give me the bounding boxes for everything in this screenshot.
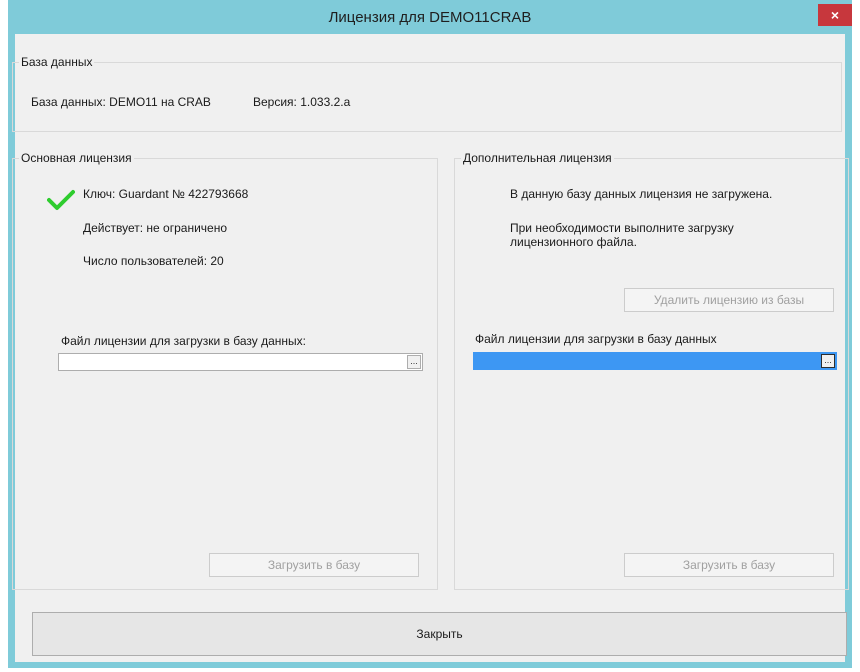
extra-file-label: Файл лицензии для загрузки в базу данных bbox=[475, 332, 717, 346]
main-file-label: Файл лицензии для загрузки в базу данных… bbox=[61, 334, 306, 348]
extra-license-group: Дополнительная лицензия В данную базу да… bbox=[454, 151, 849, 590]
extra-hint-text: При необходимости выполните загрузку лиц… bbox=[510, 221, 734, 249]
extra-load-button[interactable]: Загрузить в базу bbox=[624, 553, 834, 577]
version-label: Версия: bbox=[253, 95, 297, 109]
extra-license-legend: Дополнительная лицензия bbox=[461, 151, 614, 165]
license-users: Число пользователей: 20 bbox=[83, 254, 224, 268]
main-license-file-input[interactable]: ... bbox=[58, 353, 423, 371]
dialog-body: База данных База данных: DEMO11 на CRAB … bbox=[12, 34, 849, 662]
main-load-button[interactable]: Загрузить в базу bbox=[209, 553, 419, 577]
close-button[interactable]: Закрыть bbox=[32, 612, 847, 656]
database-label: База данных: bbox=[31, 95, 106, 109]
license-window: Лицензия для DEMO11CRAB × База данных Ба… bbox=[8, 0, 852, 668]
license-key: Ключ: Guardant № 422793668 bbox=[83, 187, 249, 201]
license-validity: Действует: не ограничено bbox=[83, 221, 228, 235]
extra-license-file-input[interactable]: ... bbox=[473, 352, 837, 370]
main-license-legend: Основная лицензия bbox=[19, 151, 134, 165]
database-group: База данных База данных: DEMO11 на CRAB … bbox=[12, 55, 842, 132]
main-browse-button[interactable]: ... bbox=[407, 355, 421, 369]
title-bar[interactable]: Лицензия для DEMO11CRAB × bbox=[8, 0, 852, 34]
database-value: DEMO11 на CRAB bbox=[109, 95, 211, 109]
check-icon bbox=[47, 190, 75, 210]
database-group-legend: База данных bbox=[19, 55, 95, 69]
version-value: 1.033.2.a bbox=[300, 95, 351, 109]
delete-license-button[interactable]: Удалить лицензию из базы bbox=[624, 288, 834, 312]
extra-browse-button[interactable]: ... bbox=[821, 354, 835, 368]
main-license-group: Основная лицензия Ключ: Guardant № 42279… bbox=[12, 151, 438, 590]
close-window-button[interactable]: × bbox=[818, 4, 852, 26]
database-version: Версия: 1.033.2.a bbox=[253, 95, 350, 109]
database-info: База данных: DEMO11 на CRAB bbox=[31, 95, 211, 109]
window-title: Лицензия для DEMO11CRAB bbox=[328, 9, 532, 26]
extra-not-loaded-text: В данную базу данных лицензия не загруже… bbox=[510, 187, 773, 201]
